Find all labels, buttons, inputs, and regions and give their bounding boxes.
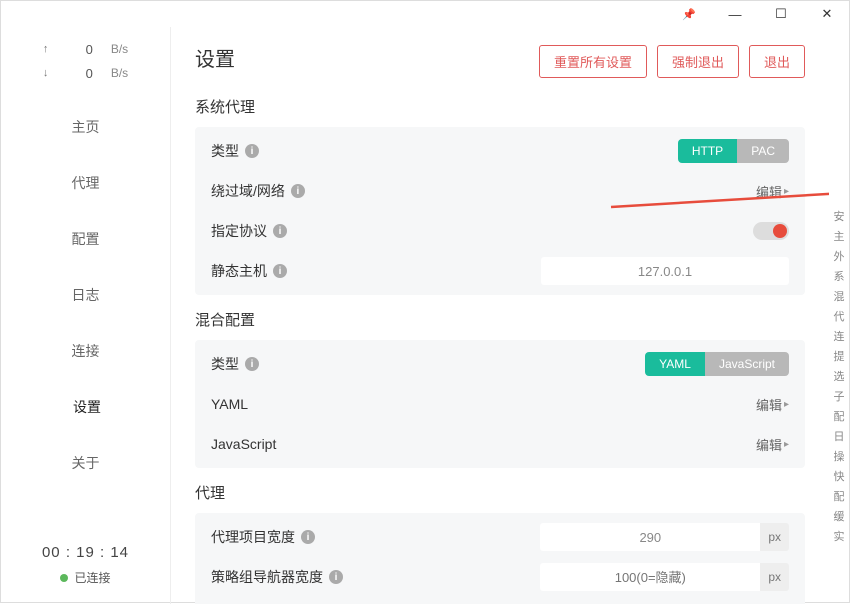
static-host-label: 静态主机	[211, 261, 267, 281]
download-speed: 0	[73, 66, 93, 81]
nav-connections[interactable]: 连接	[1, 323, 170, 379]
bypass-label: 绕过域/网络	[211, 181, 285, 201]
quit-button[interactable]: 退出	[749, 45, 805, 78]
chevron-right-icon: ▸	[784, 186, 789, 197]
static-host-input[interactable]	[541, 257, 789, 285]
row-yaml: YAML 编辑▸	[211, 384, 789, 424]
section-mixin-title: 混合配置	[195, 309, 805, 330]
upload-speed: 0	[73, 42, 93, 57]
row-proxy-type: 类型 i HTTP PAC	[211, 131, 789, 171]
status-dot-icon	[60, 574, 68, 582]
javascript-edit-button[interactable]: 编辑▸	[756, 435, 789, 454]
window-titlebar: 📌 — ☐ ✕	[1, 1, 849, 27]
info-icon[interactable]: i	[273, 224, 287, 238]
right-index-strip[interactable]: 安主外 系混代 连提选 子配日 操快配 缓实	[829, 27, 849, 604]
unit-px: px	[760, 563, 789, 591]
specify-protocol-label: 指定协议	[211, 221, 267, 241]
yaml-label: YAML	[211, 396, 248, 412]
nav-settings[interactable]: 设置	[1, 379, 170, 435]
speed-indicator: ↑ 0 B/s ↓ 0 B/s	[1, 27, 170, 99]
nav-width-label: 策略组导航器宽度	[211, 567, 323, 587]
mixin-type-label: 类型	[211, 354, 239, 374]
proxy-card: 代理项目宽度 i px 策略组导航器宽度 i px 自定义	[195, 513, 805, 604]
item-width-label: 代理项目宽度	[211, 527, 295, 547]
info-icon[interactable]: i	[245, 144, 259, 158]
nav-proxies[interactable]: 代理	[1, 155, 170, 211]
row-nav-width: 策略组导航器宽度 i px	[211, 557, 789, 597]
bypass-edit-button[interactable]: 编辑▸	[756, 182, 789, 201]
mixin-card: 类型 i YAML JavaScript YAML 编辑▸ JavaScript…	[195, 340, 805, 468]
content-area: 设置 重置所有设置 强制退出 退出 系统代理 类型 i HTTP PAC	[171, 27, 829, 604]
seg-http[interactable]: HTTP	[678, 139, 737, 163]
mixin-type-segment[interactable]: YAML JavaScript	[645, 352, 789, 376]
row-bypass: 绕过域/网络 i 编辑▸	[211, 171, 789, 211]
system-proxy-card: 类型 i HTTP PAC 绕过域/网络 i 编辑▸ 指定协	[195, 127, 805, 295]
row-mixin-type: 类型 i YAML JavaScript	[211, 344, 789, 384]
row-specify-protocol: 指定协议 i	[211, 211, 789, 251]
minimize-button[interactable]: —	[717, 1, 753, 27]
pin-icon[interactable]: 📌	[671, 1, 707, 27]
proxy-type-label: 类型	[211, 141, 239, 161]
row-static-host: 静态主机 i	[211, 251, 789, 291]
upload-arrow-icon: ↑	[43, 43, 55, 55]
nav-menu: 主页 代理 配置 日志 连接 设置 关于	[1, 99, 170, 532]
nav-profiles[interactable]: 配置	[1, 211, 170, 267]
section-proxy-title: 代理	[195, 482, 805, 503]
nav-logs[interactable]: 日志	[1, 267, 170, 323]
info-icon[interactable]: i	[245, 357, 259, 371]
row-javascript: JavaScript 编辑▸	[211, 424, 789, 464]
seg-yaml[interactable]: YAML	[645, 352, 705, 376]
info-icon[interactable]: i	[329, 570, 343, 584]
uptime-clock: 00 : 19 : 14	[1, 544, 170, 561]
javascript-label: JavaScript	[211, 436, 276, 452]
info-icon[interactable]: i	[273, 264, 287, 278]
unit-px: px	[760, 523, 789, 551]
chevron-right-icon: ▸	[784, 439, 789, 450]
section-system-proxy-title: 系统代理	[195, 96, 805, 117]
proxy-type-segment[interactable]: HTTP PAC	[678, 139, 789, 163]
download-unit: B/s	[111, 66, 128, 80]
nav-about[interactable]: 关于	[1, 435, 170, 491]
seg-pac[interactable]: PAC	[737, 139, 789, 163]
toggle-knob	[773, 224, 787, 238]
page-header: 设置 重置所有设置 强制退出 退出	[195, 43, 805, 78]
download-arrow-icon: ↓	[43, 67, 55, 79]
seg-javascript[interactable]: JavaScript	[705, 352, 789, 376]
maximize-button[interactable]: ☐	[763, 1, 799, 27]
row-item-width: 代理项目宽度 i px	[211, 517, 789, 557]
yaml-edit-button[interactable]: 编辑▸	[756, 395, 789, 414]
nav-width-input[interactable]	[540, 563, 760, 591]
reset-all-button[interactable]: 重置所有设置	[539, 45, 647, 78]
close-button[interactable]: ✕	[809, 1, 845, 27]
force-quit-button[interactable]: 强制退出	[657, 45, 739, 78]
info-icon[interactable]: i	[301, 530, 315, 544]
sidebar: ↑ 0 B/s ↓ 0 B/s 主页 代理 配置 日志 连接 设置 关于 00 …	[1, 27, 171, 604]
specify-protocol-toggle[interactable]	[753, 222, 789, 240]
status-panel: 00 : 19 : 14 已连接	[1, 532, 170, 604]
connection-status: 已连接	[1, 569, 170, 586]
page-title: 设置	[195, 43, 235, 72]
chevron-right-icon: ▸	[784, 399, 789, 410]
nav-home[interactable]: 主页	[1, 99, 170, 155]
connection-label: 已连接	[74, 569, 110, 586]
item-width-input[interactable]	[540, 523, 760, 551]
upload-unit: B/s	[111, 42, 128, 56]
info-icon[interactable]: i	[291, 184, 305, 198]
